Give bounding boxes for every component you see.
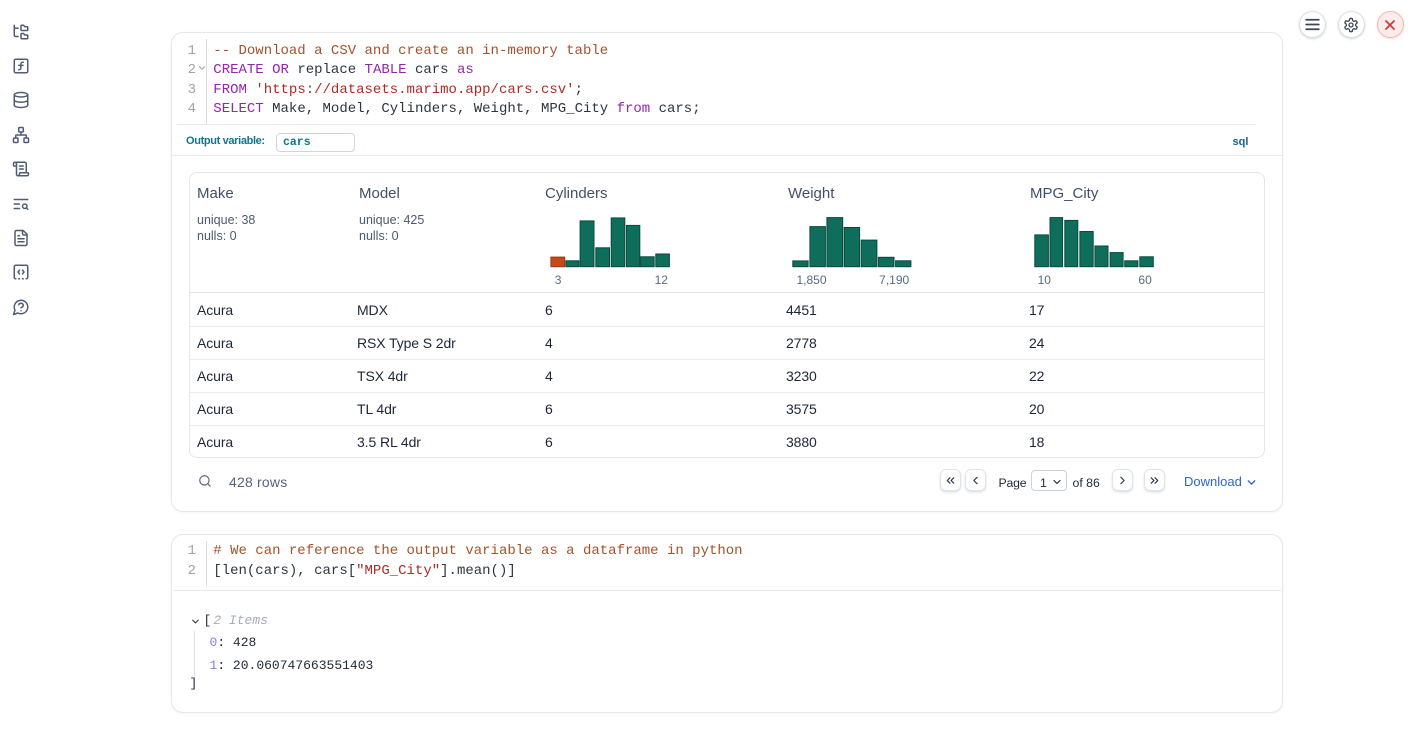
svg-text:10: 10 <box>1038 273 1052 287</box>
svg-text:3: 3 <box>555 273 562 287</box>
svg-text:60: 60 <box>1138 273 1152 287</box>
svg-text:12: 12 <box>655 273 669 287</box>
svg-text:7,190: 7,190 <box>879 273 909 287</box>
svg-text:1,850: 1,850 <box>796 273 826 287</box>
